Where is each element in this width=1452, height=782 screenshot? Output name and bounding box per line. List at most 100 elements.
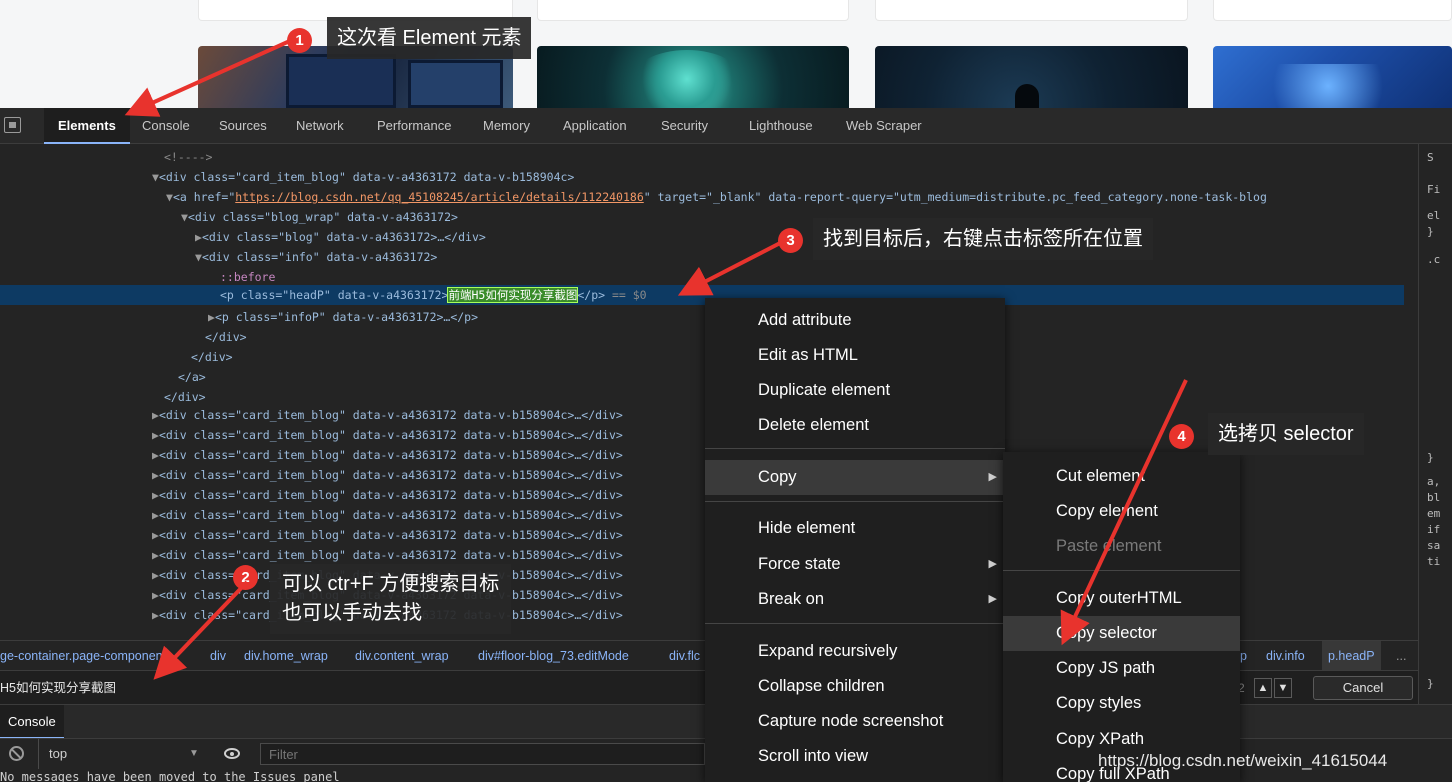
article-thumbnail[interactable] [1213, 46, 1452, 108]
menu-item-hide-element[interactable]: Hide element [705, 511, 1005, 546]
dom-line[interactable]: <!----> [0, 147, 212, 167]
dom-line[interactable]: ▶<div class="card_item_blog" data-v-a436… [0, 425, 623, 445]
dom-line[interactable]: </div> [0, 327, 247, 347]
search-next-button[interactable]: ▼ [1274, 678, 1292, 698]
collapse-triangle-icon[interactable]: ▶ [208, 310, 215, 324]
style-rule: el } [1427, 209, 1441, 238]
article-thumbnail[interactable] [537, 46, 849, 108]
menu-item-scroll-into-view[interactable]: Scroll into view [705, 739, 1005, 774]
dom-line[interactable]: ▼<div class="info" data-v-a4363172> [0, 247, 437, 267]
menu-item-copy-outerhtml[interactable]: Copy outerHTML [1003, 581, 1240, 616]
menu-item-copy-element[interactable]: Copy element [1003, 494, 1240, 529]
dom-line[interactable]: ▶<div class="card_item_blog" data-v-a436… [0, 445, 623, 465]
menu-item-copy-js-path[interactable]: Copy JS path [1003, 651, 1240, 686]
dom-line[interactable]: ▶<div class="card_item_blog" data-v-a436… [0, 485, 623, 505]
dom-line[interactable]: </div> [0, 387, 206, 407]
dom-line[interactable]: ▶<p class="infoP" data-v-a4363172>…</p> [0, 307, 478, 327]
chevron-down-icon[interactable]: ▼ [189, 748, 199, 759]
breadcrumb-item[interactable]: div.content_wrap [355, 641, 449, 671]
collapse-triangle-icon[interactable]: ▶ [152, 508, 159, 522]
tab-sources[interactable]: Sources [219, 108, 267, 144]
dom-line[interactable]: </a> [0, 367, 206, 387]
dom-line[interactable]: ▶<div class="card_item_blog" data-v-a436… [0, 465, 623, 485]
collapse-triangle-icon[interactable]: ▶ [195, 230, 202, 244]
collapse-triangle-icon[interactable]: ▶ [152, 568, 159, 582]
collapse-triangle-icon[interactable]: ▶ [152, 408, 159, 422]
menu-item-collapse-children[interactable]: Collapse children [705, 669, 1005, 704]
breadcrumb-item[interactable]: div [210, 641, 226, 671]
tab-memory[interactable]: Memory [483, 108, 530, 144]
expand-triangle-icon[interactable]: ▼ [166, 190, 173, 204]
menu-item-label: Expand recursively [758, 642, 898, 660]
expand-triangle-icon[interactable]: ▼ [195, 250, 202, 264]
dom-node-text: <div class="info" data-v-a4363172> [201, 250, 438, 264]
tab-console[interactable]: Console [142, 108, 190, 144]
menu-item-add-attribute[interactable]: Add attribute [705, 303, 1005, 338]
tab-performance[interactable]: Performance [377, 108, 451, 144]
breadcrumb-item[interactable]: ge-container.page-component [0, 641, 166, 671]
drawer-tab-console[interactable]: Console [0, 705, 64, 739]
menu-item-break-on[interactable]: Break on ▶ [705, 582, 1005, 617]
menu-item-force-state[interactable]: Force state ▶ [705, 547, 1005, 582]
breadcrumb-item[interactable]: div.home_wrap [244, 641, 328, 671]
menu-item-duplicate-element[interactable]: Duplicate element [705, 373, 1005, 408]
tab-elements[interactable]: Elements [44, 108, 130, 144]
article-thumbnail[interactable] [875, 46, 1188, 108]
console-filter-input[interactable] [260, 743, 705, 765]
collapse-triangle-icon[interactable]: ▶ [152, 528, 159, 542]
tab-lighthouse[interactable]: Lighthouse [749, 108, 813, 144]
breadcrumb-item[interactable]: div.info [1266, 641, 1305, 671]
dom-line[interactable]: ▶<div class="card_item_blog" data-v-a436… [0, 405, 623, 425]
dom-line[interactable]: ▼<div class="blog_wrap" data-v-a4363172> [0, 207, 458, 227]
breadcrumb-item[interactable]: div#floor-blog_73.editMode [478, 641, 629, 671]
collapse-triangle-icon[interactable]: ▶ [152, 428, 159, 442]
menu-item-copy[interactable]: Copy ▶ [705, 460, 1005, 495]
styles-tab-label[interactable]: S [1427, 150, 1434, 166]
menu-item-label: Hide element [758, 519, 856, 537]
dom-line[interactable]: ▼<div class="card_item_blog" data-v-a436… [0, 167, 574, 187]
collapse-triangle-icon[interactable]: ▶ [152, 548, 159, 562]
menu-item-delete-element[interactable]: Delete element [705, 408, 1005, 443]
tab-web-scraper[interactable]: Web Scraper [846, 108, 922, 144]
tab-security[interactable]: Security [661, 108, 708, 144]
menu-item-label: Duplicate element [758, 381, 891, 399]
menu-item-edit-as-html[interactable]: Edit as HTML [705, 338, 1005, 373]
collapse-triangle-icon[interactable]: ▶ [152, 468, 159, 482]
collapse-triangle-icon[interactable]: ▶ [152, 608, 159, 622]
breadcrumb-item[interactable]: p [1240, 641, 1247, 671]
menu-item-cut-element[interactable]: Cut element [1003, 459, 1240, 494]
clear-console-icon[interactable] [9, 746, 24, 761]
dom-line[interactable]: ▶<div class="blog" data-v-a4363172>…</di… [0, 227, 486, 247]
collapse-triangle-icon[interactable]: ▶ [152, 488, 159, 502]
dom-line[interactable]: ::before [0, 267, 275, 287]
dom-href-link[interactable]: https://blog.csdn.net/qq_45108245/articl… [235, 190, 644, 204]
watermark: https://blog.csdn.net/weixin_41615044 [1098, 751, 1388, 770]
dom-line[interactable]: ▼<a href="https://blog.csdn.net/qq_45108… [0, 187, 1267, 207]
collapse-triangle-icon[interactable]: ▶ [152, 588, 159, 602]
menu-item-capture-node-screenshot[interactable]: Capture node screenshot [705, 704, 1005, 739]
expand-triangle-icon[interactable]: ▼ [181, 210, 188, 224]
menu-item-copy-selector[interactable]: Copy selector [1003, 616, 1240, 651]
menu-item-expand-recursively[interactable]: Expand recursively [705, 634, 1005, 669]
breadcrumb-item-active[interactable]: p.headP [1322, 641, 1381, 671]
dom-line[interactable]: ▶<div class="card_item_blog" data-v-a436… [0, 505, 623, 525]
tab-application[interactable]: Application [563, 108, 627, 144]
menu-item-copy-styles[interactable]: Copy styles [1003, 686, 1240, 721]
tab-network[interactable]: Network [296, 108, 344, 144]
breadcrumb-item[interactable]: div.flc [669, 641, 700, 671]
search-prev-button[interactable]: ▲ [1254, 678, 1272, 698]
dom-line[interactable]: ▶<div class="card_item_blog" data-v-a436… [0, 525, 623, 545]
dom-line[interactable]: ▶<div class="card_item_blog" data-v-a436… [0, 545, 623, 565]
inspect-element-icon[interactable] [4, 117, 21, 133]
dom-line[interactable]: </div> [0, 347, 233, 367]
dom-search-input[interactable] [0, 677, 700, 699]
js-context-select[interactable]: top [38, 739, 213, 769]
collapse-triangle-icon[interactable]: ▶ [152, 448, 159, 462]
breadcrumb-more[interactable]: ... [1396, 641, 1406, 671]
search-cancel-button[interactable]: Cancel [1313, 676, 1413, 700]
menu-item-paste-element[interactable]: Paste element [1003, 529, 1240, 564]
expand-triangle-icon[interactable]: ▼ [152, 170, 159, 184]
styles-filter-input[interactable]: Fi [1427, 182, 1440, 198]
dom-line-selected[interactable]: <p class="headP" data-v-a4363172>前端H5如何实… [0, 285, 1404, 305]
live-expression-eye-icon[interactable] [224, 748, 240, 759]
